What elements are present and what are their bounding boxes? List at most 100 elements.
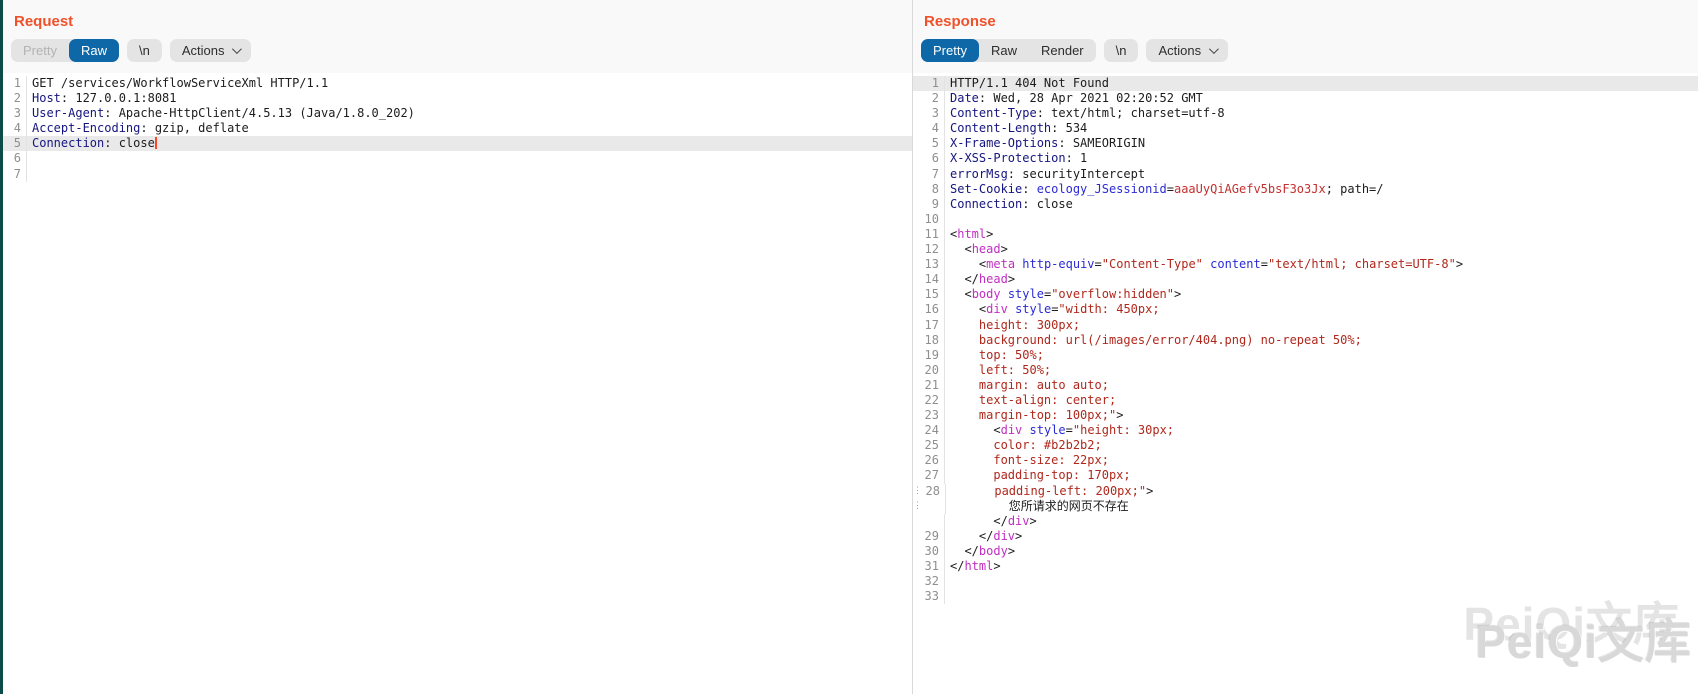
code-line[interactable]: 3Content-Type: text/html; charset=utf-8 [913, 106, 1698, 121]
line-number: 23 [921, 408, 945, 423]
code-line[interactable]: 2Date: Wed, 28 Apr 2021 02:20:52 GMT [913, 91, 1698, 106]
code-line[interactable]: 25 color: #b2b2b2; [913, 438, 1698, 453]
code-text: <body style="overflow:hidden"> [950, 287, 1698, 302]
code-text: Set-Cookie: ecology_JSessionid=aaaUyQiAG… [950, 182, 1698, 197]
line-number: 14 [921, 272, 945, 287]
code-line[interactable]: 32 [913, 574, 1698, 589]
response-editor[interactable]: 1HTTP/1.1 404 Not Found2Date: Wed, 28 Ap… [913, 73, 1698, 694]
line-number: 2 [3, 91, 27, 106]
code-line[interactable]: 23 margin-top: 100px;"> [913, 408, 1698, 423]
code-line[interactable]: 7errorMsg: securityIntercept [913, 167, 1698, 182]
line-number: 27 [921, 468, 945, 483]
request-view-tab-group: Pretty Raw [11, 39, 119, 62]
code-text: GET /services/WorkflowServiceXml HTTP/1.… [32, 76, 912, 91]
code-line[interactable]: 30 </body> [913, 544, 1698, 559]
line-number: 25 [921, 438, 945, 453]
code-text: Content-Length: 534 [950, 121, 1698, 136]
line-number: 4 [921, 121, 945, 136]
code-line[interactable]: 5X-Frame-Options: SAMEORIGIN [913, 136, 1698, 151]
code-line[interactable]: 33 [913, 589, 1698, 604]
code-line[interactable]: 26 font-size: 22px; [913, 453, 1698, 468]
line-number: 11 [921, 227, 945, 242]
code-line[interactable]: 20 left: 50%; [913, 363, 1698, 378]
code-line[interactable]: 6X-XSS-Protection: 1 [913, 151, 1698, 166]
code-text: </div> [950, 529, 1698, 544]
code-line[interactable]: 27 padding-top: 170px; [913, 468, 1698, 483]
code-line[interactable]: 1 GET /services/WorkflowServiceXml HTTP/1… [3, 76, 912, 91]
request-tab-linebreaks[interactable]: \n [127, 39, 162, 62]
line-number: 8 [921, 182, 945, 197]
code-text: <head> [950, 242, 1698, 257]
code-text: User-Agent: Apache-HttpClient/4.5.13 (Ja… [32, 106, 912, 121]
code-line[interactable]: 14 </head> [913, 272, 1698, 287]
code-line[interactable]: 12 <head> [913, 242, 1698, 257]
code-line[interactable]: 5Connection: close [3, 136, 912, 151]
code-line[interactable]: 2Host: 127.0.0.1:8081 [3, 91, 912, 106]
line-number: 16 [921, 302, 945, 317]
code-line[interactable]: 29 </div> [913, 529, 1698, 544]
request-linebreak-tab-group: \n [127, 39, 162, 62]
response-tab-render[interactable]: Render [1029, 39, 1096, 62]
code-text: HTTP/1.1 404 Not Found [950, 76, 1698, 91]
response-linebreak-tab-group: \n [1104, 39, 1139, 62]
response-actions-button[interactable]: Actions [1146, 39, 1228, 62]
line-number: 1 [3, 76, 27, 91]
response-tab-linebreaks[interactable]: \n [1104, 39, 1139, 62]
code-text: Date: Wed, 28 Apr 2021 02:20:52 GMT [950, 91, 1698, 106]
code-text: <div style="height: 30px; [950, 423, 1698, 438]
request-tab-raw[interactable]: Raw [69, 39, 119, 62]
code-line[interactable]: 19 top: 50%; [913, 348, 1698, 363]
code-line[interactable]: 18 background: url(/images/error/404.png… [913, 333, 1698, 348]
code-line[interactable]: 7 [3, 167, 912, 182]
code-text [32, 167, 912, 182]
code-line[interactable]: 8 Set-Cookie: ecology_JSessionid=aaaUyQiA… [913, 182, 1698, 197]
code-line[interactable]: 15 <body style="overflow:hidden"> [913, 287, 1698, 302]
response-tab-pretty[interactable]: Pretty [921, 39, 979, 62]
request-title: Request [3, 0, 912, 30]
request-actions-label: Actions [182, 39, 225, 62]
response-panel: Response Pretty Raw Render \n Actions [913, 0, 1698, 694]
code-text: </body> [950, 544, 1698, 559]
line-number: 31 [921, 559, 945, 574]
code-text: X-Frame-Options: SAMEORIGIN [950, 136, 1698, 151]
code-text [950, 589, 1698, 604]
code-text: <div style="width: 450px; [950, 302, 1698, 317]
request-editor[interactable]: 1 GET /services/WorkflowServiceXml HTTP/1… [3, 73, 912, 694]
code-line[interactable]: </div> [913, 514, 1698, 529]
response-tabs: Pretty Raw Render \n Actions [913, 30, 1698, 62]
line-number: 19 [921, 348, 945, 363]
response-tab-raw[interactable]: Raw [979, 39, 1029, 62]
line-number: 10 [921, 212, 945, 227]
code-text: padding-top: 170px; [950, 468, 1698, 483]
code-line[interactable]: 13 <meta http-equiv="Content-Type" conte… [913, 257, 1698, 272]
code-line[interactable]: 10 [913, 212, 1698, 227]
code-line[interactable]: 您所请求的网页不存在 [913, 499, 1698, 514]
line-number: 7 [921, 167, 945, 182]
code-line[interactable]: 6 [3, 151, 912, 166]
line-number [922, 499, 946, 514]
code-line[interactable]: 16 <div style="width: 450px; [913, 302, 1698, 317]
code-line[interactable]: 11<html> [913, 227, 1698, 242]
line-number: 4 [3, 121, 27, 136]
code-line[interactable]: 22 text-align: center; [913, 393, 1698, 408]
wrap-indicator-dots [913, 499, 922, 514]
code-line[interactable]: 28 padding-left: 200px;"> [913, 484, 1698, 499]
request-tab-pretty[interactable]: Pretty [11, 39, 69, 62]
code-line[interactable]: 17 height: 300px; [913, 318, 1698, 333]
code-line[interactable]: 1HTTP/1.1 404 Not Found [913, 76, 1698, 91]
code-line[interactable]: 24 <div style="height: 30px; [913, 423, 1698, 438]
line-number: 6 [3, 151, 27, 166]
code-text [950, 212, 1698, 227]
line-number: 29 [921, 529, 945, 544]
code-line[interactable]: 9Connection: close [913, 197, 1698, 212]
code-line[interactable]: 3User-Agent: Apache-HttpClient/4.5.13 (J… [3, 106, 912, 121]
code-text: </div> [950, 514, 1698, 529]
code-line[interactable]: 31</html> [913, 559, 1698, 574]
code-line[interactable]: 4Accept-Encoding: gzip, deflate [3, 121, 912, 136]
request-actions-button[interactable]: Actions [170, 39, 252, 62]
line-number: 3 [921, 106, 945, 121]
code-line[interactable]: 4 Content-Length: 534 [913, 121, 1698, 136]
code-line[interactable]: 21 margin: auto auto; [913, 378, 1698, 393]
response-title: Response [913, 0, 1698, 30]
line-number: 15 [921, 287, 945, 302]
